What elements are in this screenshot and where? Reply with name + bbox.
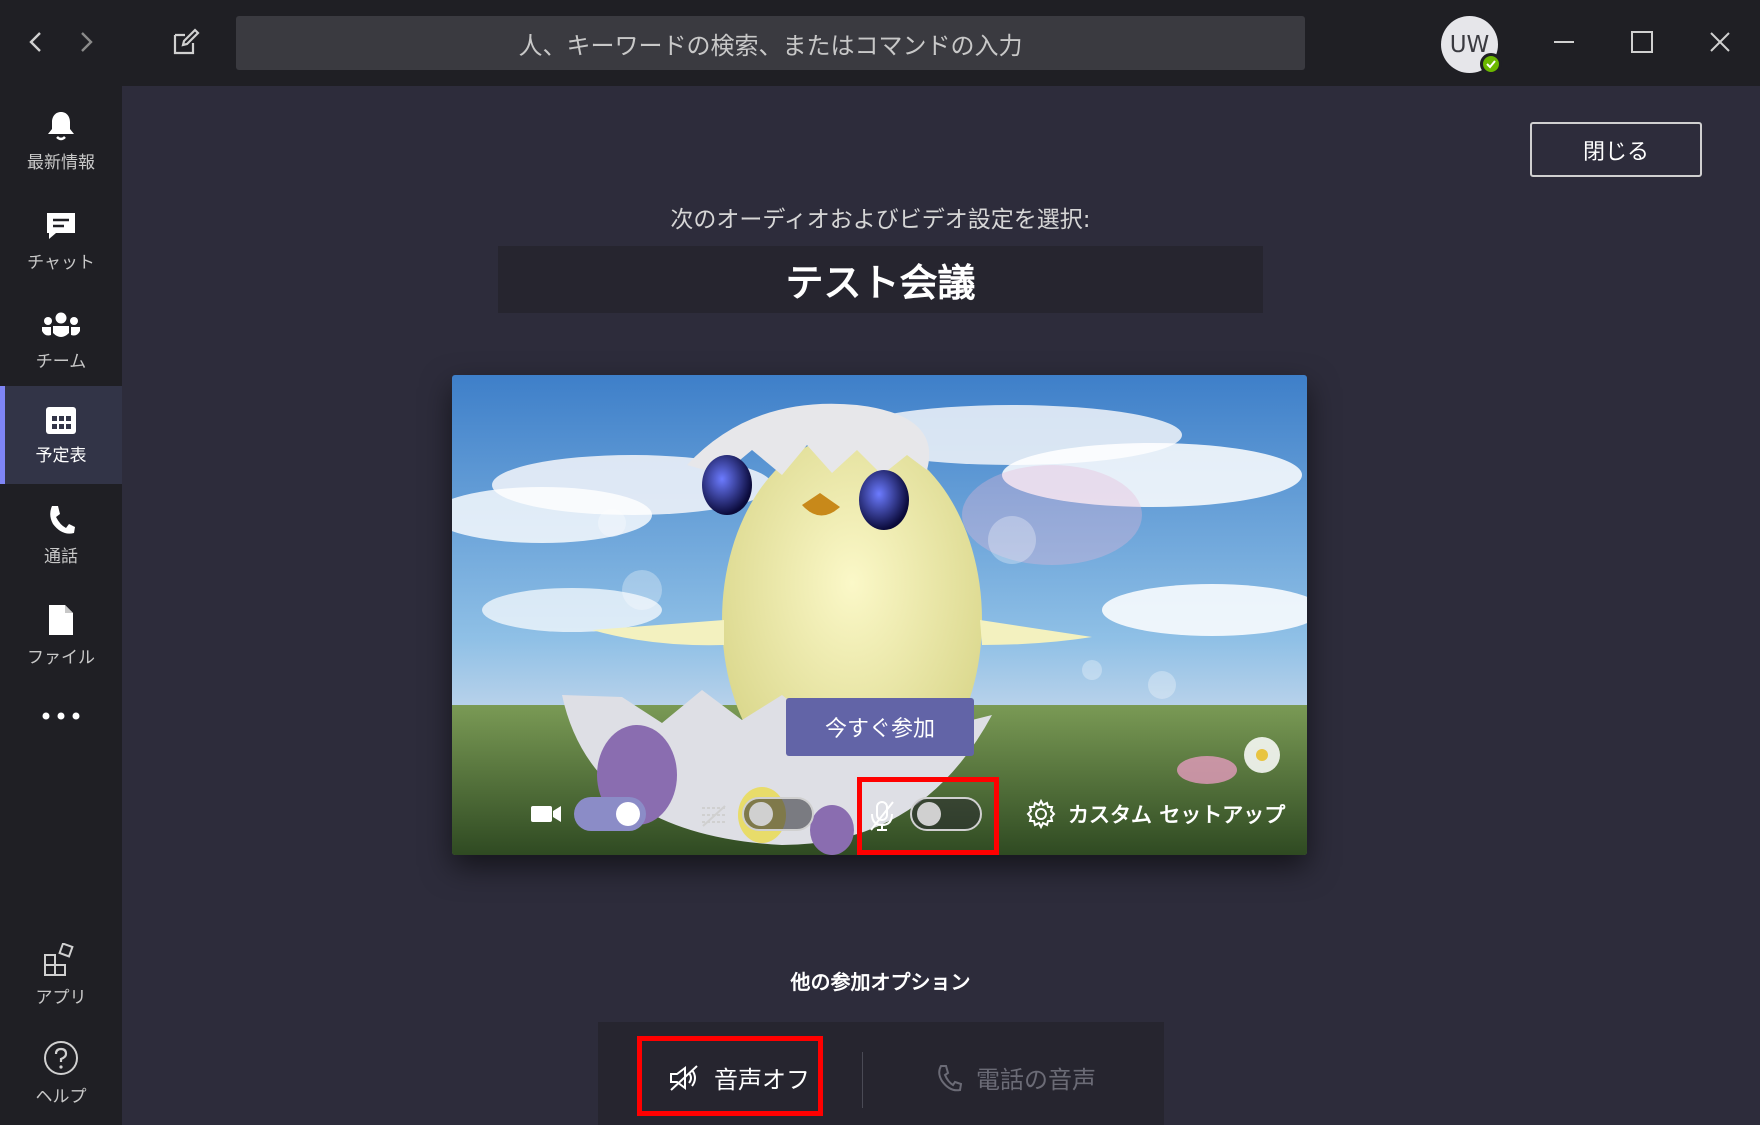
other-join-options-heading: 他の参加オプション (790, 970, 971, 994)
background-blur-icon (700, 804, 728, 828)
rail-item-label: アプリ (35, 987, 87, 1008)
minimize-button[interactable] (1544, 22, 1584, 62)
new-chat-button[interactable] (166, 22, 206, 62)
more-icon (42, 712, 80, 720)
close-icon (1710, 32, 1730, 52)
maximize-button[interactable] (1622, 22, 1662, 62)
search-input[interactable]: 人、キーワードの検索、またはコマンドの入力 (236, 16, 1305, 70)
phone-audio-option[interactable]: 電話の音声 (936, 1060, 1096, 1095)
gear-icon (1026, 799, 1056, 829)
rail-item-calendar[interactable]: 予定表 (0, 386, 122, 484)
compose-icon (173, 28, 200, 55)
rail-item-label: 通話 (44, 546, 78, 567)
camera-icon (530, 803, 562, 825)
forward-button[interactable] (66, 22, 106, 62)
phone-audio-label: 電話の音声 (976, 1066, 1096, 1094)
camera-toggle[interactable] (574, 797, 646, 831)
close-button[interactable]: 閉じる (1530, 122, 1702, 177)
chat-icon (47, 212, 75, 239)
apps-icon (44, 942, 74, 976)
avatar-initials: UW (1449, 31, 1490, 58)
phone-icon (938, 1064, 962, 1091)
join-now-button[interactable]: 今すぐ参加 (786, 698, 974, 756)
rail-item-label: ヘルプ (35, 1086, 87, 1107)
highlight-box-mic (857, 777, 999, 855)
back-button[interactable] (16, 22, 56, 62)
search-placeholder: 人、キーワードの検索、またはコマンドの入力 (518, 31, 1023, 60)
bell-icon (48, 111, 74, 140)
rail-item-chat[interactable]: チャット (0, 192, 122, 290)
phone-icon (50, 505, 75, 534)
rail-item-apps[interactable]: アプリ (0, 926, 122, 1024)
calendar-icon (46, 406, 76, 434)
minimize-icon (1554, 41, 1574, 43)
rail-item-teams[interactable]: チーム (0, 292, 122, 390)
divider (862, 1052, 863, 1108)
rail-item-files[interactable]: ファイル (0, 586, 122, 684)
rail-item-more[interactable] (0, 686, 122, 746)
rail-item-label: 最新情報 (27, 152, 95, 173)
highlight-box-audio-off (637, 1036, 823, 1116)
maximize-icon (1631, 31, 1653, 53)
background-blur-toggle[interactable] (742, 797, 814, 831)
rail-item-label: 予定表 (35, 445, 87, 466)
rail-item-activity[interactable]: 最新情報 (0, 92, 122, 190)
title-bar: 人、キーワードの検索、またはコマンドの入力 UW (0, 0, 1760, 86)
toggle-knob (749, 802, 773, 826)
rail-item-calls[interactable]: 通話 (0, 486, 122, 584)
rail-item-help[interactable]: ヘルプ (0, 1024, 122, 1122)
custom-setup-label: カスタム セットアップ (1068, 803, 1286, 827)
file-icon (49, 604, 73, 635)
meeting-title: テスト会議 (498, 246, 1263, 313)
help-icon (44, 1040, 78, 1075)
teams-icon (42, 312, 80, 337)
rail-item-label: チーム (35, 351, 87, 372)
toggle-knob (616, 802, 640, 826)
rail-item-label: チャット (27, 252, 95, 273)
prejoin-subtitle: 次のオーディオおよびビデオ設定を選択: (670, 207, 1091, 233)
rail-item-label: ファイル (27, 647, 95, 668)
custom-setup-button[interactable]: カスタム セットアップ (1026, 799, 1285, 829)
avatar[interactable]: UW (1441, 16, 1502, 75)
window-close-button[interactable] (1700, 22, 1740, 62)
chevron-right-icon (81, 32, 93, 52)
app-rail: 最新情報 チャット チーム 予定表 通話 ファイル アプリ ヘルプ (0, 86, 122, 1125)
chevron-left-icon (29, 32, 41, 52)
close-button-label: 閉じる (1582, 139, 1649, 165)
join-now-label: 今すぐ参加 (824, 717, 935, 742)
status-available-icon (1480, 53, 1502, 75)
